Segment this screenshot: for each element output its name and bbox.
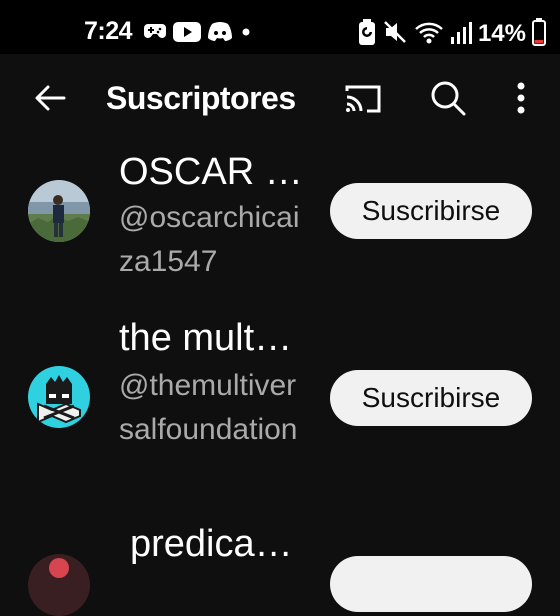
cast-icon[interactable] <box>343 79 383 119</box>
search-icon[interactable] <box>428 78 468 118</box>
battery-percent: 14% <box>477 20 526 47</box>
battery-icon <box>532 17 546 51</box>
subscribe-button[interactable]: Suscribirse <box>330 370 532 426</box>
page-title: Suscriptores <box>106 80 296 116</box>
game-controller-icon <box>143 21 167 48</box>
notification-icons <box>143 21 253 48</box>
mute-icon <box>382 19 408 50</box>
back-arrow-icon[interactable] <box>30 78 70 118</box>
subscriber-name[interactable]: predica… <box>130 522 293 566</box>
subscriber-row[interactable]: predica… <box>0 520 560 616</box>
subscriber-handle: @oscarchicaiza1547 <box>119 201 300 278</box>
subscribe-button[interactable] <box>330 556 532 612</box>
subscriber-handle: @themultiversalfoundation <box>119 369 298 446</box>
signal-icon <box>450 19 472 50</box>
status-time: 7:24 <box>84 17 133 45</box>
subscriber-row[interactable]: the mult… @themultiversalfoundation Susc… <box>0 312 560 492</box>
youtube-icon <box>173 21 201 48</box>
app-bar: Suscriptores <box>0 54 560 138</box>
wifi-icon <box>414 19 444 50</box>
avatar[interactable] <box>28 366 90 428</box>
avatar[interactable] <box>28 180 90 242</box>
subscribe-button[interactable]: Suscribirse <box>330 183 532 239</box>
battery-saver-icon <box>358 18 376 50</box>
discord-icon <box>207 21 233 48</box>
subscriber-name[interactable]: OSCAR … <box>119 150 303 194</box>
status-bar: 7:24 14% <box>0 0 560 54</box>
dot-icon <box>239 21 253 48</box>
subscriber-name[interactable]: the mult… <box>119 316 292 360</box>
subscriber-row[interactable]: OSCAR … @oscarchicaiza1547 Suscribirse <box>0 148 560 288</box>
more-options-icon[interactable] <box>506 78 536 118</box>
system-icons: 14% <box>358 17 546 51</box>
avatar[interactable] <box>28 554 90 616</box>
